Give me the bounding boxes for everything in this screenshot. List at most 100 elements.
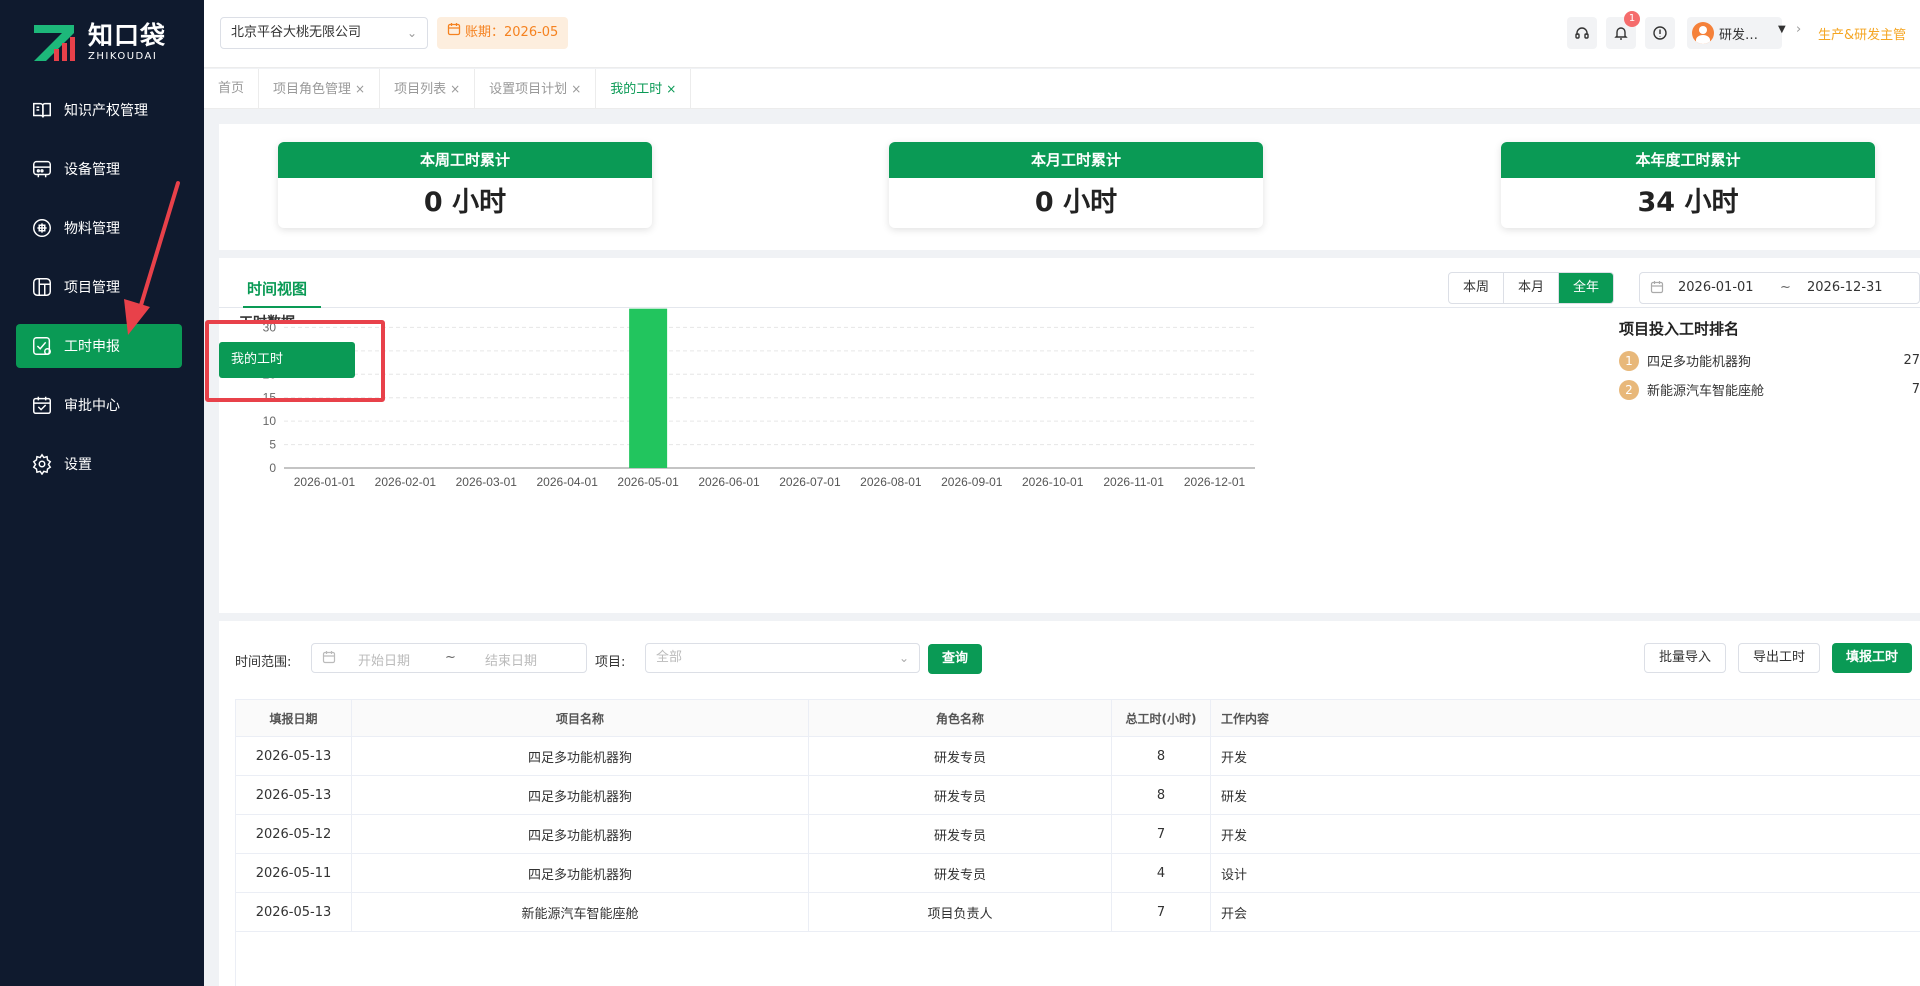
- query-button[interactable]: 查询: [928, 644, 983, 674]
- sidebar-item-label: 工时申报: [64, 339, 120, 355]
- table-row[interactable]: 2026-05-13 四足多功能机器狗 研发专员 8 开发: [236, 737, 1920, 776]
- project-label: 项目:: [595, 655, 626, 670]
- stat-value: 0 小时: [1034, 187, 1118, 218]
- export-hours-button[interactable]: 导出工时: [1738, 643, 1821, 673]
- stat-title: 本周工时累计: [278, 142, 652, 178]
- start-date-input[interactable]: 开始日期: [358, 650, 410, 669]
- table-row[interactable]: 2026-05-11 四足多功能机器狗 研发专员 4 设计: [236, 854, 1920, 893]
- tab-project-roles[interactable]: 项目角色管理 ×: [259, 69, 381, 109]
- rank-badge: 2: [1619, 379, 1639, 400]
- ranking-item: 1 四足多功能机器狗 27: [1619, 346, 1920, 375]
- sidebar-item-ip[interactable]: 知识产权管理: [16, 88, 182, 132]
- cell-date: 2026-05-12: [236, 815, 352, 853]
- close-icon[interactable]: ×: [355, 82, 365, 96]
- cell-role: 研发专员: [809, 776, 1112, 814]
- sidebar-item-label: 设备管理: [64, 162, 120, 178]
- user-menu[interactable]: 研发…: [1687, 17, 1782, 49]
- date-separator: ~: [1780, 280, 1791, 295]
- sidebar-item-label: 审批中心: [64, 398, 120, 414]
- top-header: 北京平谷大桃无限公司 ⌄ 账期：2026-05 1 研发… ▼ › 生产&研发主…: [204, 0, 1920, 68]
- cell-content: 设计: [1221, 867, 1248, 883]
- close-icon[interactable]: ×: [450, 82, 460, 96]
- logo-subtitle: ZHIKOUDAI: [88, 51, 158, 62]
- ranking-item: 2 新能源汽车智能座舱 7: [1619, 375, 1920, 404]
- x-tick-label: 2026-04-01: [537, 475, 599, 489]
- rank-project-name: 新能源汽车智能座舱: [1647, 384, 1765, 399]
- tab-project-plan[interactable]: 设置项目计划 ×: [475, 69, 597, 109]
- project-select[interactable]: 全部 ⌄: [645, 643, 920, 673]
- rank-hours: 7: [1911, 382, 1920, 397]
- info-icon[interactable]: [1645, 17, 1675, 49]
- batch-import-button[interactable]: 批量导入: [1644, 643, 1727, 673]
- tab-label: 项目列表: [394, 82, 447, 97]
- fill-hours-button[interactable]: 填报工时: [1832, 643, 1913, 673]
- column-header[interactable]: 角色名称: [809, 700, 1112, 736]
- approval-icon: [30, 393, 54, 417]
- x-tick-label: 2026-11-01: [1103, 475, 1164, 489]
- tab-project-list[interactable]: 项目列表 ×: [380, 69, 476, 109]
- bar-chart: 0510152025302026-01-012026-02-012026-03-…: [263, 308, 1255, 489]
- cell-project: 四足多功能机器狗: [352, 737, 809, 775]
- date-range-picker[interactable]: 2026-01-01 ~ 2026-12-31: [1639, 272, 1920, 304]
- x-tick-label: 2026-12-01: [1184, 475, 1246, 489]
- date-to[interactable]: 2026-12-31: [1807, 280, 1883, 295]
- range-week-button[interactable]: 本周: [1449, 273, 1505, 303]
- cell-content: 开发: [1221, 750, 1248, 766]
- cell-content: 研发: [1221, 789, 1248, 805]
- table-row[interactable]: 2026-05-12 四足多功能机器狗 研发专员 7 开发: [236, 815, 1920, 854]
- stat-card-year: 本年度工时累计 34 小时: [1501, 142, 1875, 228]
- material-icon: [30, 216, 54, 240]
- stat-card-week: 本周工时累计 0 小时: [278, 142, 652, 228]
- page-tabs: 首页 项目角色管理 × 项目列表 × 设置项目计划 × 我的工时 ×: [204, 69, 1920, 109]
- tab-label: 首页: [218, 81, 245, 96]
- table-empty-area: [235, 893, 1920, 986]
- bell-icon[interactable]: 1: [1606, 11, 1640, 49]
- cell-date: 2026-05-13: [236, 737, 352, 775]
- sidebar-item-settings[interactable]: 设置: [16, 442, 182, 486]
- filter-date-range[interactable]: 开始日期 ~ 结束日期: [311, 643, 587, 673]
- sidebar: 知口袋 ZHIKOUDAI 知识产权管理 设备管理 物料管理 项目管理 工时申报…: [0, 0, 204, 986]
- stat-card-month: 本月工时累计 0 小时: [889, 142, 1263, 228]
- column-header[interactable]: 工作内容: [1211, 700, 1920, 736]
- x-tick-label: 2026-07-01: [779, 475, 841, 489]
- sidebar-item-label: 物料管理: [64, 221, 120, 237]
- avatar: [1692, 22, 1714, 44]
- chart-bar[interactable]: [629, 308, 668, 468]
- column-header[interactable]: 填报日期: [236, 700, 352, 736]
- rank-hours: 27: [1903, 353, 1920, 368]
- timesheet-list-panel: 时间范围: 开始日期 ~ 结束日期 项目: 全部 ⌄ 查询 批量导入 导出工时 …: [219, 621, 1920, 986]
- end-date-input[interactable]: 结束日期: [485, 650, 537, 669]
- ranking-title: 项目投入工时排名: [1619, 320, 1740, 338]
- table-header: 填报日期 项目名称 角色名称 总工时(小时) 工作内容: [236, 699, 1920, 737]
- cell-hours: 8: [1112, 776, 1211, 814]
- rank-project-name: 四足多功能机器狗: [1647, 355, 1752, 370]
- close-icon[interactable]: ×: [666, 82, 676, 96]
- role-switch[interactable]: 生产&研发主管: [1818, 24, 1906, 43]
- period-badge: 账期：2026-05: [437, 17, 569, 49]
- range-year-button[interactable]: 全年: [1559, 273, 1614, 303]
- caret-down-icon[interactable]: ▼: [1778, 24, 1786, 35]
- tab-label: 我的工时: [610, 82, 663, 97]
- company-select[interactable]: 北京平谷大桃无限公司 ⌄: [220, 17, 428, 49]
- cell-hours: 7: [1112, 815, 1211, 853]
- headset-icon[interactable]: [1567, 17, 1597, 49]
- notification-count: 1: [1624, 11, 1640, 27]
- logo[interactable]: 知口袋 ZHIKOUDAI: [32, 22, 166, 63]
- cell-project: 四足多功能机器狗: [352, 815, 809, 853]
- y-tick-label: 5: [269, 438, 276, 452]
- tab-home[interactable]: 首页: [204, 69, 260, 109]
- cell-role: 研发专员: [809, 737, 1112, 775]
- column-header[interactable]: 总工时(小时): [1112, 700, 1211, 736]
- close-icon[interactable]: ×: [571, 82, 581, 96]
- sidebar-item-approval[interactable]: 审批中心: [16, 383, 182, 427]
- tab-my-hours[interactable]: 我的工时 ×: [596, 69, 692, 109]
- rank-badge: 1: [1619, 350, 1639, 371]
- cell-date: 2026-05-13: [236, 776, 352, 814]
- sidebar-item-label: 项目管理: [64, 280, 120, 296]
- column-header[interactable]: 项目名称: [352, 700, 809, 736]
- date-from[interactable]: 2026-01-01: [1678, 280, 1754, 295]
- range-month-button[interactable]: 本月: [1504, 273, 1560, 303]
- table-row[interactable]: 2026-05-13 四足多功能机器狗 研发专员 8 研发: [236, 776, 1920, 815]
- project-select-value: 全部: [656, 650, 683, 665]
- sidebar-item-label: 设置: [64, 457, 92, 473]
